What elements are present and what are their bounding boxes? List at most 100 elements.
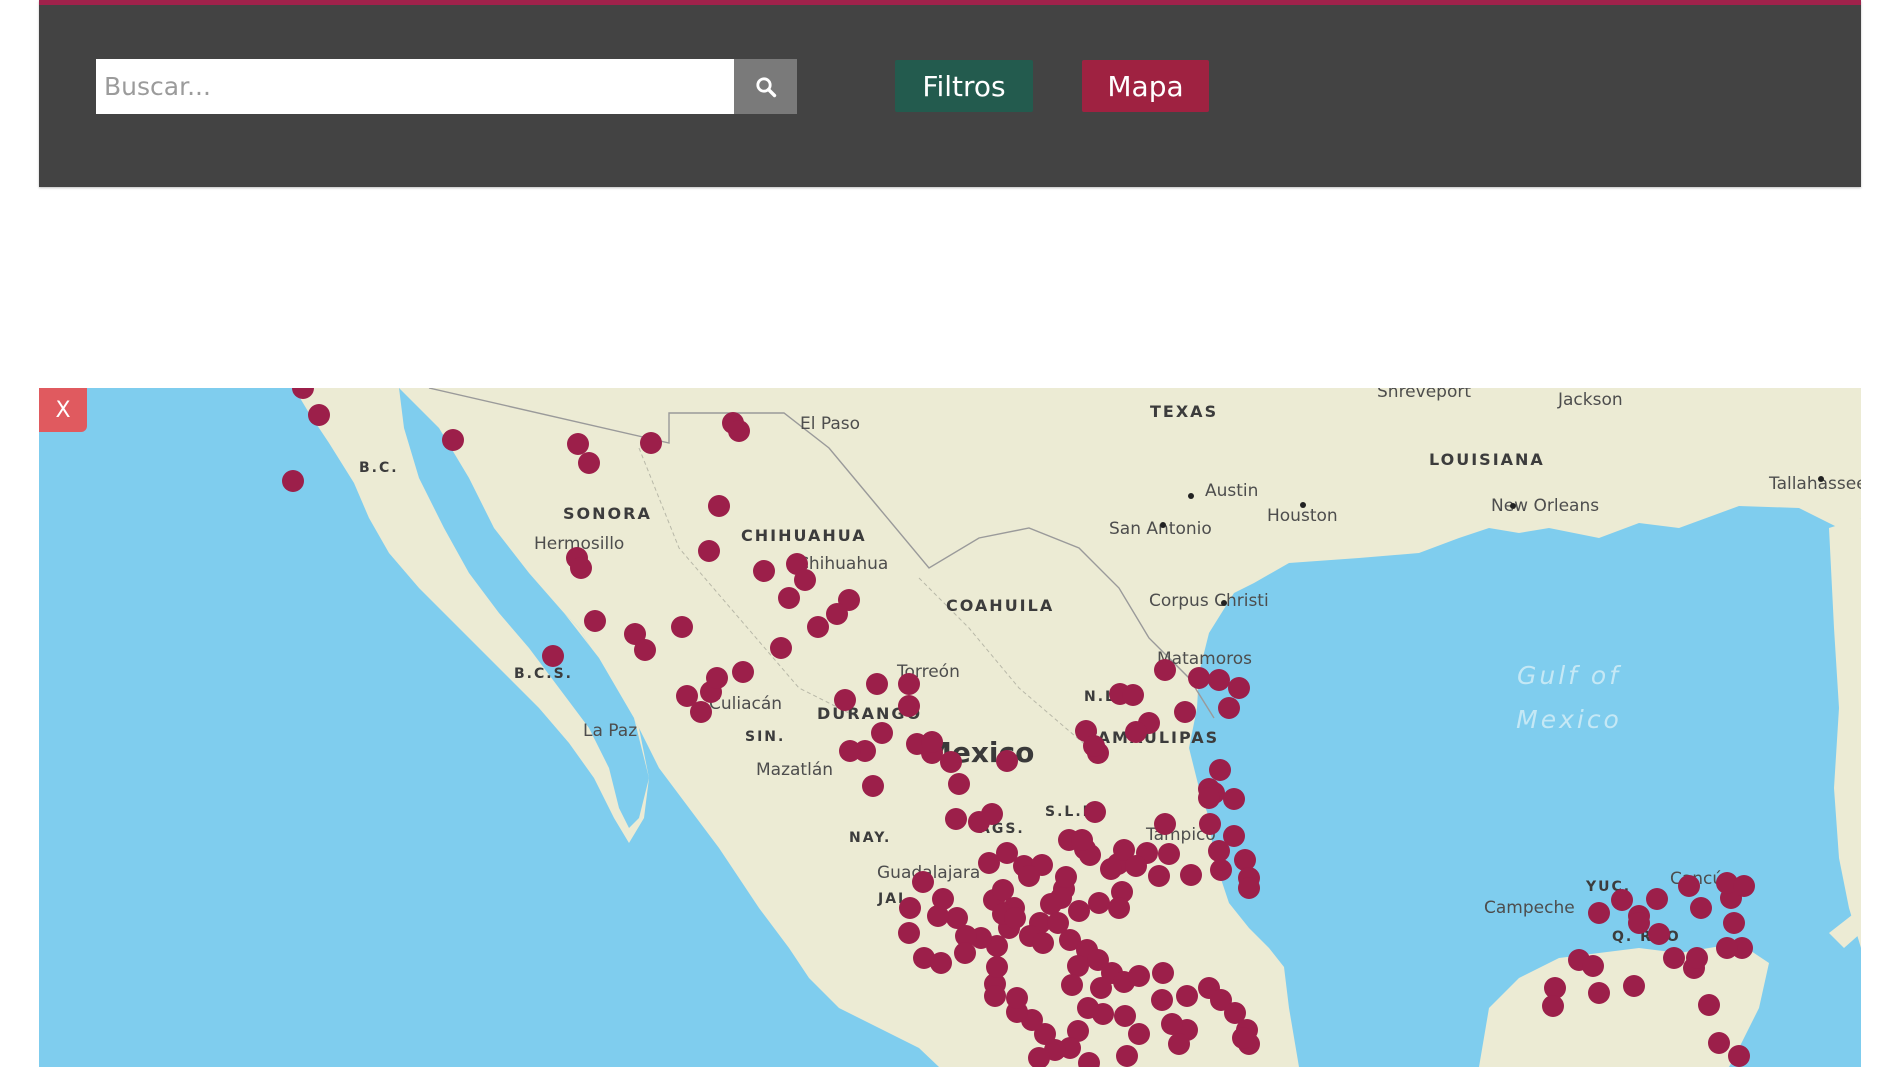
map-marker[interactable]: [1128, 965, 1150, 987]
map-marker[interactable]: [1716, 937, 1738, 959]
map-marker[interactable]: [948, 773, 970, 795]
map-marker[interactable]: [1198, 787, 1220, 809]
map-marker[interactable]: [898, 673, 920, 695]
map-marker[interactable]: [1122, 684, 1144, 706]
map-marker[interactable]: [1723, 912, 1745, 934]
map-marker[interactable]: [542, 645, 564, 667]
map-marker[interactable]: [570, 557, 592, 579]
map-marker[interactable]: [1628, 912, 1650, 934]
map-marker[interactable]: [912, 871, 934, 893]
map-marker[interactable]: [866, 673, 888, 695]
map-marker[interactable]: [308, 404, 330, 426]
map-marker[interactable]: [899, 897, 921, 919]
map-marker[interactable]: [1088, 892, 1110, 914]
map-marker[interactable]: [1018, 865, 1040, 887]
map-marker[interactable]: [1678, 875, 1700, 897]
map-marker[interactable]: [1032, 932, 1054, 954]
map-marker[interactable]: [1208, 669, 1230, 691]
map-button[interactable]: Mapa: [1082, 60, 1209, 112]
map-marker[interactable]: [1646, 888, 1668, 910]
map-marker[interactable]: [978, 852, 1000, 874]
map-marker[interactable]: [728, 420, 750, 442]
map-marker[interactable]: [1061, 974, 1083, 996]
map-marker[interactable]: [1071, 829, 1093, 851]
map-marker[interactable]: [1611, 889, 1633, 911]
map-marker[interactable]: [1125, 855, 1147, 877]
map-marker[interactable]: [1228, 677, 1250, 699]
map-marker[interactable]: [1152, 962, 1174, 984]
map-marker[interactable]: [807, 616, 829, 638]
map-marker[interactable]: [839, 740, 861, 762]
map-marker[interactable]: [932, 888, 954, 910]
map-marker[interactable]: [1728, 1045, 1750, 1067]
search-input[interactable]: [96, 59, 734, 114]
map-marker[interactable]: [946, 907, 968, 929]
close-map-button[interactable]: X: [39, 388, 87, 432]
map-marker[interactable]: [770, 637, 792, 659]
search-button[interactable]: [734, 59, 797, 114]
map-marker[interactable]: [1108, 897, 1130, 919]
map-marker[interactable]: [794, 569, 816, 591]
map-marker[interactable]: [584, 610, 606, 632]
map-marker[interactable]: [1648, 923, 1670, 945]
map-marker[interactable]: [1116, 1045, 1138, 1067]
map-marker[interactable]: [671, 616, 693, 638]
map-marker[interactable]: [1078, 1052, 1100, 1067]
map-marker[interactable]: [1698, 994, 1720, 1016]
map-marker[interactable]: [871, 722, 893, 744]
map-marker[interactable]: [1708, 1032, 1730, 1054]
map-marker[interactable]: [1686, 947, 1708, 969]
map-marker[interactable]: [732, 661, 754, 683]
map-marker[interactable]: [1161, 1013, 1183, 1035]
map-marker[interactable]: [940, 751, 962, 773]
map-marker[interactable]: [1100, 858, 1122, 880]
map-marker[interactable]: [1084, 801, 1106, 823]
map-marker[interactable]: [984, 985, 1006, 1007]
filters-button[interactable]: Filtros: [895, 60, 1033, 112]
map-marker[interactable]: [1090, 977, 1112, 999]
map-marker[interactable]: [1006, 987, 1028, 1009]
map-marker[interactable]: [1154, 659, 1176, 681]
map-marker[interactable]: [1168, 1033, 1190, 1055]
map-marker[interactable]: [1028, 1047, 1050, 1067]
map-marker[interactable]: [1199, 813, 1221, 835]
map-marker[interactable]: [1004, 907, 1026, 929]
map-marker[interactable]: [986, 956, 1008, 978]
map-marker[interactable]: [1151, 989, 1173, 1011]
map-marker[interactable]: [930, 952, 952, 974]
map-marker[interactable]: [1210, 859, 1232, 881]
map-marker[interactable]: [1125, 721, 1147, 743]
map-marker[interactable]: [1083, 735, 1105, 757]
map-marker[interactable]: [1238, 877, 1260, 899]
map-marker[interactable]: [826, 603, 848, 625]
map-marker[interactable]: [1582, 955, 1604, 977]
map-marker[interactable]: [834, 689, 856, 711]
map-marker[interactable]: [1690, 897, 1712, 919]
map-marker[interactable]: [1128, 1023, 1150, 1045]
map-marker[interactable]: [706, 667, 728, 689]
map-marker[interactable]: [1218, 697, 1240, 719]
map-marker[interactable]: [1174, 701, 1196, 723]
map-marker[interactable]: [1176, 985, 1198, 1007]
map-view[interactable]: X Shreveport Jackson TEXAS El Paso LOUIS…: [39, 388, 1861, 1067]
map-marker[interactable]: [578, 452, 600, 474]
map-marker[interactable]: [676, 685, 698, 707]
map-marker[interactable]: [945, 808, 967, 830]
map-marker[interactable]: [708, 495, 730, 517]
map-marker[interactable]: [1188, 667, 1210, 689]
map-marker[interactable]: [1588, 902, 1610, 924]
map-marker[interactable]: [634, 639, 656, 661]
map-marker[interactable]: [1068, 900, 1090, 922]
map-marker[interactable]: [996, 750, 1018, 772]
map-marker[interactable]: [640, 432, 662, 454]
map-marker[interactable]: [778, 587, 800, 609]
map-marker[interactable]: [1148, 865, 1170, 887]
map-marker[interactable]: [1223, 788, 1245, 810]
map-marker[interactable]: [1158, 843, 1180, 865]
map-marker[interactable]: [1055, 866, 1077, 888]
map-marker[interactable]: [954, 942, 976, 964]
map-marker[interactable]: [282, 470, 304, 492]
map-marker[interactable]: [442, 429, 464, 451]
map-marker[interactable]: [968, 811, 990, 833]
map-marker[interactable]: [898, 695, 920, 717]
